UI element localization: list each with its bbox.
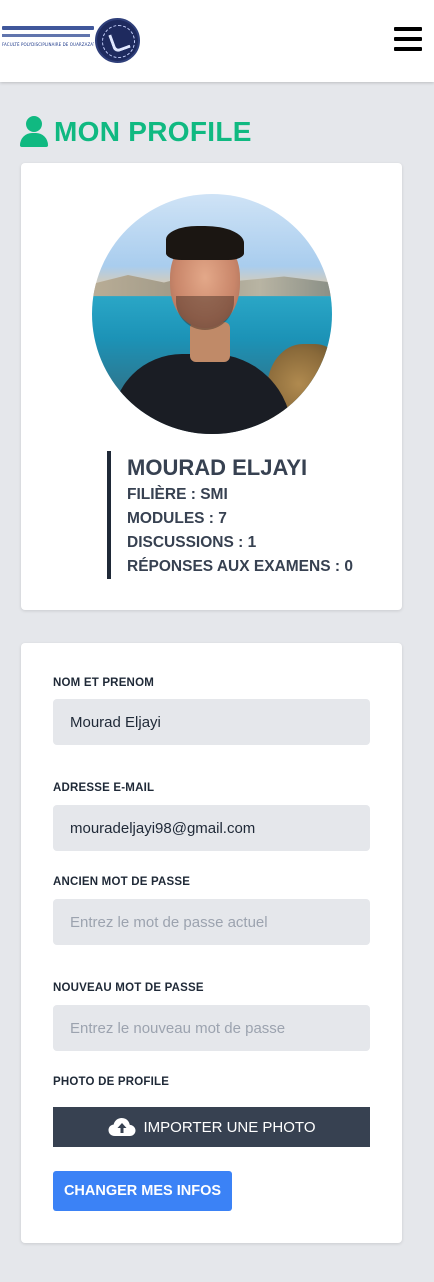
logo-wordmark: FACULTÉ POLYDISCIPLINAIRE DE OUARZAZATE — [2, 26, 94, 47]
new-password-input[interactable] — [53, 1005, 370, 1051]
profile-discussions: DISCUSSIONS : 1 — [127, 534, 257, 551]
profile-form-card: NOM ET PRENOM ADRESSE E-MAIL ANCIEN MOT … — [21, 643, 402, 1243]
profile-avatar — [92, 194, 332, 434]
page-title-text: MON PROFILE — [54, 116, 252, 147]
upload-photo-label: IMPORTER UNE PHOTO — [143, 1118, 316, 1136]
email-input[interactable] — [53, 805, 370, 851]
university-seal-icon — [95, 18, 140, 63]
new-password-label: NOUVEAU MOT DE PASSE — [53, 982, 204, 994]
top-navbar: FACULTÉ POLYDISCIPLINAIRE DE OUARZAZATE — [0, 0, 434, 82]
profile-reponses: RÉPONSES AUX EXAMENS : 0 — [127, 558, 353, 575]
profile-card: MOURAD ELJAYI FILIÈRE : SMI MODULES : 7 … — [21, 163, 402, 610]
profile-info: MOURAD ELJAYI FILIÈRE : SMI MODULES : 7 … — [107, 451, 377, 579]
name-input[interactable] — [53, 699, 370, 745]
upload-photo-button[interactable]: IMPORTER UNE PHOTO — [53, 1107, 370, 1147]
name-label: NOM ET PRENOM — [53, 677, 154, 689]
user-icon — [20, 115, 48, 149]
profile-filiere: FILIÈRE : SMI — [127, 486, 228, 503]
university-logo[interactable]: FACULTÉ POLYDISCIPLINAIRE DE OUARZAZATE — [0, 16, 142, 66]
page-title: MON PROFILE — [20, 112, 252, 152]
old-password-label: ANCIEN MOT DE PASSE — [53, 876, 191, 888]
cloud-upload-icon — [108, 1117, 136, 1137]
logo-caption: FACULTÉ POLYDISCIPLINAIRE DE OUARZAZATE — [2, 42, 94, 47]
hamburger-menu-icon[interactable] — [392, 24, 424, 54]
profile-name: MOURAD ELJAYI — [127, 455, 308, 480]
submit-button[interactable]: CHANGER MES INFOS — [53, 1171, 232, 1211]
photo-label: PHOTO DE PROFILE — [53, 1076, 170, 1088]
email-label: ADRESSE E-MAIL — [53, 782, 155, 794]
old-password-input[interactable] — [53, 899, 370, 945]
profile-modules: MODULES : 7 — [127, 510, 227, 527]
